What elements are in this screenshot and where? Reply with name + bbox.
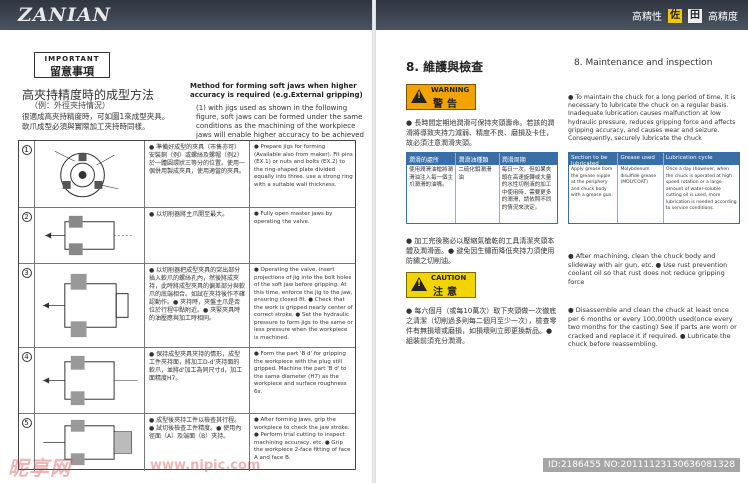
table-cell: Apply grease from the grease nipple at t… — [569, 165, 619, 223]
table-cell: Once a day (however, when the chuck is o… — [665, 167, 737, 211]
important-box: IMPORTANT 留意事項 — [34, 52, 110, 78]
table-cell: 每日一次。但如果夾頭在高速旋轉或大量的水性切削液的加工中使用時，需要更多的潤滑，… — [501, 167, 552, 211]
step-number: 1 — [21, 145, 32, 155]
left-desc-en: (1) with jigs used as shown in the follo… — [196, 104, 364, 139]
brand-logo: ZANIAN — [18, 4, 111, 26]
site-watermark-url: www.nipic.com — [150, 458, 261, 473]
jaw-forming-diagram — [43, 355, 138, 406]
lubrication-table-header: Section to be lubricated Grease used Lub… — [569, 153, 739, 167]
important-label-zh: 留意事項 — [50, 65, 94, 78]
warning-label-en: WARNING — [431, 86, 470, 94]
warning-label: WARNING 警告 — [406, 84, 476, 110]
section-title-zh: 8. 維護與檢查 — [406, 58, 483, 75]
right-page: 高精性 佐 田 高精度 8. 維護與檢查 8. Maintenance and … — [376, 0, 748, 483]
caution-label: CAUTION 注意 — [406, 272, 476, 298]
step-number: 4 — [21, 352, 32, 362]
site-watermark: 昵享网 — [8, 456, 71, 480]
left-desc-zh: 很適成高夾持精度時，可如圖1來成型夾具。軟爪成型必須與實際加工夾持時同樣。 — [22, 112, 170, 131]
lubrication-table-zh: 潤滑的處所 潤滑油種類 潤滑周期 使用潤滑油槍將潤滑油注入每一個主爪潤滑的油嘴。… — [406, 152, 558, 224]
lubrication-table-en: Section to be lubricated Grease used Lub… — [568, 152, 740, 224]
header-badge-1: 佐 — [668, 8, 682, 23]
after-machining-text-en: ● After machining, clean the chuck body … — [568, 252, 728, 286]
header-cell: 潤滑油種類 — [456, 153, 500, 165]
important-label-en: IMPORTANT — [44, 55, 100, 63]
chuck-open-diagram — [45, 215, 134, 256]
step-number: 5 — [21, 418, 32, 428]
left-page: ZANIAN IMPORTANT 留意事項 高夾持精度時的成型方法 （例：外徑夾… — [0, 0, 372, 483]
header-cell: Grease used — [618, 153, 664, 165]
lubrication-table-row: 使用潤滑油槍將潤滑油注入每一個主爪潤滑的油嘴。 二硫化鉬潤滑油 每日一次。但如果… — [407, 165, 557, 223]
section-name-zh: 維護與檢查 — [423, 60, 484, 74]
step-figure — [35, 348, 145, 413]
header-cell: 潤滑周期 — [501, 157, 526, 164]
left-title-en: Method for forming soft jaws when higher… — [190, 82, 363, 99]
step-number: 3 — [21, 268, 32, 278]
header-cell: 潤滑的處所 — [407, 153, 457, 165]
step-figure — [35, 141, 145, 207]
step-figure — [35, 264, 145, 347]
after-machining-text-zh: ● 加工完後務必以壓縮氣槍乾的工具清潔夾頭本體及潤滑面。● 避免因生鏽而降低夾持… — [406, 237, 555, 265]
step-text-en: ● Fully open master jaws by operating th… — [254, 211, 333, 225]
table-row: 4 ● 保持成型夾具夾持的情形，成型工件夾持面，將加工D-d'夾持面的軟爪，並將… — [19, 347, 355, 413]
step-text-en: ● Prepare jigs for forming (Available al… — [254, 144, 353, 188]
header-cell: Section to be lubricated — [569, 153, 619, 167]
step-text-en: ● Form the part 'B d' for gripping the w… — [254, 351, 347, 395]
table-row: 3 ● 以切削器把成型夾具的突出部分插入軟爪的螺絲孔內，然後將成夾持，此時將成型… — [19, 263, 355, 347]
caution-label-en: CAUTION — [431, 274, 467, 282]
step-text-zh: ● 以切削器將主爪開至最大。 — [145, 208, 250, 263]
lubrication-table-row: Apply grease from the grease nipple at t… — [569, 165, 739, 223]
header-tagline-1: 高精性 — [632, 12, 662, 23]
left-subtitle-zh: （例：外徑夾持情況） — [30, 101, 110, 110]
step-text-en: ● Operating the valve, insert projection… — [254, 267, 353, 341]
caution-text-en: ● Disassemble and clean the chuck at lea… — [568, 306, 737, 348]
left-header-band: ZANIAN — [0, 0, 372, 30]
step-text-zh: ● 以切削器把成型夾具的突出部分插入軟爪的螺絲孔內，然後將成夾持，此時將成型夾具… — [145, 264, 250, 347]
section-number: 8. — [406, 60, 419, 74]
caution-text-zh: ● 每六個月（或每10萬次）取下夾頭做一次徹底之清潔（切削過多則每二個月至少一次… — [406, 307, 557, 345]
procedure-table: 1 ● 準備好成型的夾具（市售亦可）安裝銅（例）或螺絲及螺帽（例2）於一體圓環狀… — [18, 140, 356, 471]
warning-text-en: ● To maintain the chuck for a long perio… — [568, 94, 736, 143]
header-tagline-2: 高精度 — [708, 12, 738, 23]
table-row: 1 ● 準備好成型的夾具（市售亦可）安裝銅（例）或螺絲及螺帽（例2）於一體圓環狀… — [19, 141, 355, 207]
table-cell: 二硫化鉬潤滑油 — [456, 165, 500, 223]
table-cell: Molybdenum disulfide grease (MOLYCOAT) — [618, 165, 664, 223]
header-tagline: 高精性 佐 田 高精度 — [632, 8, 738, 23]
jig-insert-diagram — [43, 273, 129, 338]
header-cell: Lubrication cycle — [665, 155, 713, 161]
warning-text-zh: ● 長時間定期地潤滑可保持夾頭壽命。若該的潤滑將導致夾持力減弱、精度不良、磨損及… — [406, 119, 555, 147]
section-title-en: 8. Maintenance and inspection — [574, 58, 713, 68]
step-figure — [35, 208, 145, 263]
image-id-bar: ID:2186455 NO:20111123130636081328 — [543, 458, 740, 472]
chuck-jig-diagram — [54, 150, 119, 198]
right-header-band: 高精性 佐 田 高精度 — [376, 0, 748, 30]
table-row: 2 ● 以切削器將主爪開至最大。 ● Fully open master jaw… — [19, 207, 355, 263]
step-text-zh: ● 準備好成型的夾具（市售亦可）安裝銅（例）或螺絲及螺帽（例2）於一體圓環狀三等… — [145, 141, 250, 207]
caution-icon — [411, 277, 427, 291]
warning-label-zh: 警告 — [433, 99, 461, 110]
step-text-en: ● After forming jaws, grip the workpiece… — [254, 417, 351, 461]
step-number: 2 — [21, 212, 32, 222]
step-text-zh: ● 保持成型夾具夾持的情形，成型工件夾持面，將加工D-d'夾持面的軟爪，並將d'… — [145, 348, 250, 413]
lubrication-table-header: 潤滑的處所 潤滑油種類 潤滑周期 — [407, 153, 557, 165]
header-badge-2: 田 — [688, 8, 702, 23]
caution-label-zh: 注意 — [433, 287, 461, 298]
warning-icon — [411, 89, 427, 103]
table-cell: 使用潤滑油槍將潤滑油注入每一個主爪潤滑的油嘴。 — [407, 165, 457, 223]
